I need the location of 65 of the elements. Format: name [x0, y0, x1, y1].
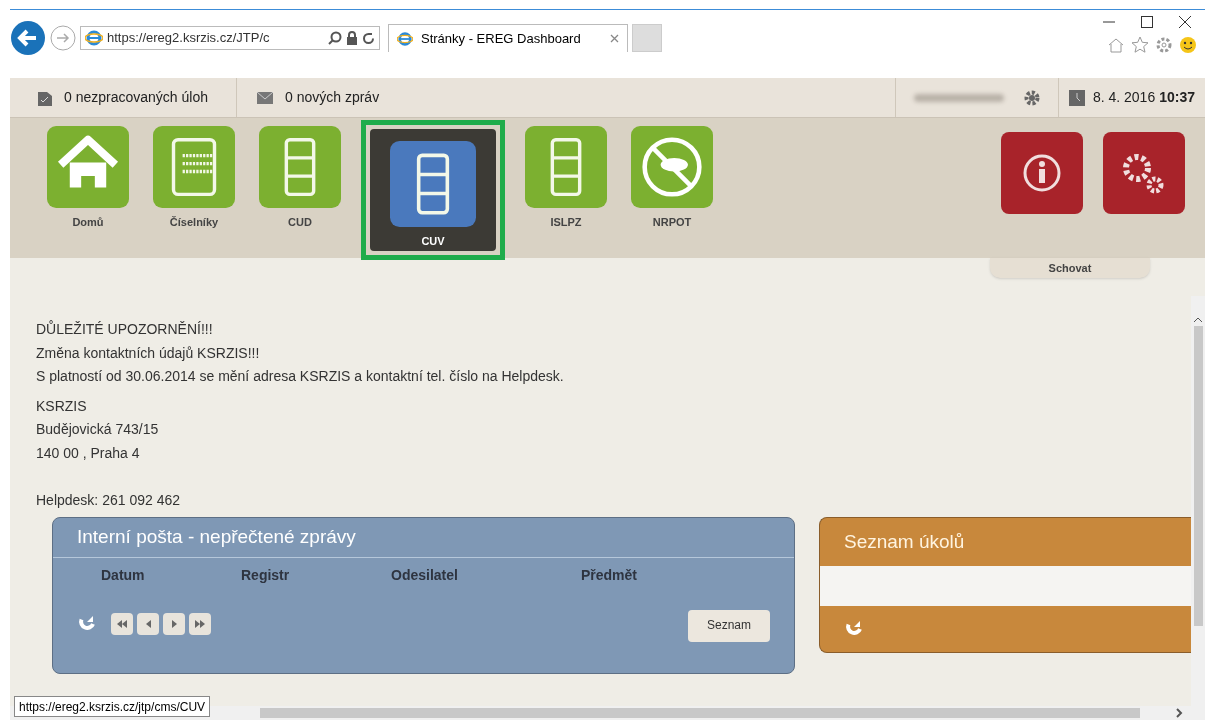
previous-page-button[interactable] — [137, 612, 159, 635]
status-url-tooltip: https://ereg2.ksrzis.cz/jtp/cms/CUV — [14, 696, 211, 717]
address-line: KSRZIS — [36, 396, 88, 416]
browser-logo-icon — [397, 30, 413, 47]
column-header: Předmět — [581, 565, 639, 585]
last-page-button[interactable] — [189, 612, 211, 635]
gears-icon[interactable] — [1103, 132, 1185, 214]
module-tile[interactable]: Číselníky — [149, 126, 239, 246]
list-icon — [390, 141, 476, 227]
messages-count-text[interactable]: 0 nových zpráv — [285, 87, 380, 108]
browser-logo-icon — [85, 29, 103, 47]
back-icon[interactable] — [10, 20, 46, 56]
notice-line: S platností od 30.06.2014 se mění adresa KSRZIS a kontaktní tel. číslo na Helpdesk. — [36, 367, 565, 386]
settings-icon[interactable] — [1023, 89, 1040, 106]
column-header: Registr — [241, 565, 291, 585]
module-tile[interactable]: CUV — [370, 129, 496, 251]
helpdesk-text: Helpdesk: 261 092 462 — [36, 491, 181, 510]
first-page-button[interactable] — [111, 612, 133, 635]
module-tile[interactable]: Domů — [43, 126, 133, 246]
refresh-icon — [362, 31, 375, 45]
time-text: 10:37 — [1159, 88, 1195, 107]
panel-title: Interní pošta - nepřečtené zprávy — [53, 517, 794, 558]
right-triangle-icon — [171, 619, 177, 628]
address-line: 140 00 , Praha 4 — [36, 443, 141, 463]
number-list-icon — [153, 126, 235, 208]
panel-title: Seznam úkolů — [843, 529, 966, 554]
close-icon[interactable] — [1179, 16, 1191, 28]
forbidden-sign-icon — [631, 126, 713, 208]
home-icon — [47, 126, 129, 208]
date-text: 8. 4. 2016 — [1092, 88, 1156, 107]
info-icon[interactable] — [1001, 132, 1083, 214]
column-header: Odesilatel — [391, 565, 459, 585]
tasks-count-text[interactable]: 0 nezpracovaných úloh — [64, 87, 208, 108]
address-bar[interactable]: https://ereg2.ksrzis.cz/JTP/c — [80, 26, 380, 50]
module-tile[interactable]: CUD — [255, 126, 345, 246]
clock-icon — [1068, 89, 1085, 106]
scroll-up-icon[interactable] — [1193, 316, 1203, 324]
forward-icon[interactable] — [50, 25, 76, 51]
hide-tab[interactable]: Schovat — [990, 258, 1150, 278]
list-icon — [259, 126, 341, 208]
notice-line: DŮLEŽITÉ UPOZORNĚNÍ!!! — [36, 319, 214, 339]
scroll-right-icon[interactable] — [1175, 708, 1183, 718]
envelope-icon — [257, 91, 273, 104]
task-icon — [38, 89, 52, 106]
close-icon — [610, 34, 619, 43]
browser-tab[interactable]: Stránky - EREG Dashboard — [388, 24, 628, 52]
list-icon — [525, 126, 607, 208]
rewind-icon — [117, 619, 127, 628]
lock-icon — [346, 31, 358, 45]
smiley-icon[interactable] — [1179, 36, 1197, 54]
list-button[interactable]: Seznam — [688, 609, 770, 642]
module-tile[interactable]: ISLPZ — [521, 126, 611, 246]
next-page-button[interactable] — [163, 612, 185, 635]
tab-title: Stránky - EREG Dashboard — [421, 29, 581, 48]
star-icon[interactable] — [1131, 36, 1149, 54]
column-header: Datum — [101, 565, 146, 585]
maximize-icon[interactable] — [1141, 16, 1153, 28]
address-line: Budějovická 743/15 — [36, 420, 160, 439]
notice-line: Změna kontaktních údajů KSRZIS!!! — [36, 343, 261, 363]
settings-icon[interactable] — [1155, 36, 1173, 54]
module-tile[interactable]: NRPOT — [627, 126, 717, 246]
url-text: https://ereg2.ksrzis.cz/JTP/c — [107, 29, 270, 48]
left-triangle-icon — [145, 619, 151, 628]
search-icon — [328, 31, 342, 45]
fast-forward-icon — [195, 619, 205, 628]
